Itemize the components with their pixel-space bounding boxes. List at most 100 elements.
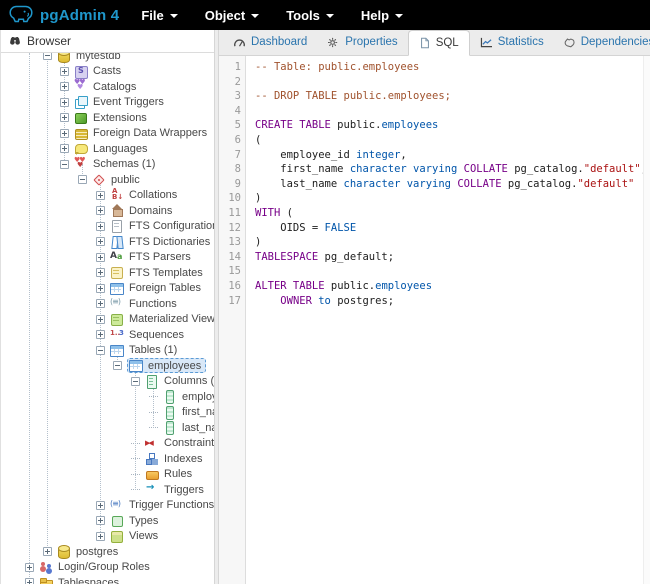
tree-item-collations[interactable]: Collations [1, 188, 214, 204]
main-panel: DashboardPropertiesSQLStatistics Dependen… [219, 30, 650, 584]
expand-plus-icon[interactable] [60, 98, 69, 107]
expand-plus-icon[interactable] [96, 330, 105, 339]
indexes-icon [145, 452, 159, 465]
tree-item-employees[interactable]: employees [1, 358, 214, 374]
sql-line-text [246, 264, 261, 279]
tab-dashboard[interactable]: Dashboard [223, 29, 317, 55]
tree-item-first-name[interactable]: first_name [1, 405, 214, 421]
tree-item-label: Materialized Views [129, 313, 214, 325]
expand-plus-icon[interactable] [96, 253, 105, 262]
properties-icon [327, 37, 340, 48]
expand-plus-icon[interactable] [96, 237, 105, 246]
tree-item-constraints[interactable]: Constraints [1, 436, 214, 452]
tree-item-foreign-tables[interactable]: Foreign Tables [1, 281, 214, 297]
chevron-down-icon [251, 14, 259, 18]
tab-dependencies[interactable]: Dependencies [554, 29, 650, 55]
menu-tools[interactable]: Tools [286, 8, 334, 23]
expand-plus-icon[interactable] [96, 191, 105, 200]
tab-statistics[interactable]: Statistics [470, 29, 554, 55]
menu-object[interactable]: Object [205, 8, 259, 23]
tree-item-domains[interactable]: Domains [1, 203, 214, 219]
tree-item-indexes[interactable]: Indexes [1, 451, 214, 467]
expand-plus-icon[interactable] [96, 206, 105, 215]
column-icon [163, 406, 177, 419]
tree-item-label: mytestdb [76, 53, 121, 62]
tree-item-label: Languages [93, 143, 147, 155]
expand-plus-icon[interactable] [96, 222, 105, 231]
tree-item-rules[interactable]: Rules [1, 467, 214, 483]
tab-sql[interactable]: SQL [408, 30, 470, 56]
tree-item-materialized-views[interactable]: Materialized Views [1, 312, 214, 328]
expand-plus-icon[interactable] [96, 268, 105, 277]
tree-item-label: last_name [182, 422, 214, 434]
tree-item-foreign-data-wrappers[interactable]: Foreign Data Wrappers [1, 126, 214, 142]
tree-item-functions[interactable]: Functions [1, 296, 214, 312]
tab-label: Dependencies [581, 36, 650, 48]
tree-item-public[interactable]: public [1, 172, 214, 188]
tree-item-fts-dictionaries[interactable]: FTS Dictionaries [1, 234, 214, 250]
code-editor[interactable]: 1-- Table: public.employees2 3-- DROP TA… [219, 56, 650, 584]
menu-help[interactable]: Help [361, 8, 403, 23]
tree-item-label: FTS Dictionaries [129, 236, 210, 248]
expand-plus-icon[interactable] [60, 113, 69, 122]
line-number: 12 [219, 221, 246, 236]
tree-item-mytestdb[interactable]: mytestdb [1, 53, 214, 64]
tab-properties[interactable]: Properties [317, 29, 407, 55]
expand-plus-icon[interactable] [96, 284, 105, 293]
tree-item-trigger-functions[interactable]: Trigger Functions [1, 498, 214, 514]
tree-item-label: Trigger Functions [129, 499, 214, 511]
expand-plus-icon[interactable] [25, 578, 34, 584]
menu-file[interactable]: File [141, 8, 177, 23]
expand-plus-icon[interactable] [96, 315, 105, 324]
tree-item-tables-1[interactable]: Tables (1) [1, 343, 214, 359]
tree-item-catalogs[interactable]: Catalogs [1, 79, 214, 95]
tree-item-last-name[interactable]: last_name [1, 420, 214, 436]
chevron-down-icon [395, 14, 403, 18]
tree-item-login-group-roles[interactable]: Login/Group Roles [1, 560, 214, 576]
expand-plus-icon[interactable] [60, 144, 69, 153]
tree-item-triggers[interactable]: Triggers [1, 482, 214, 498]
menu-bar: File Object Tools Help [141, 8, 403, 23]
expand-plus-icon[interactable] [60, 82, 69, 91]
collapse-minus-icon[interactable] [60, 160, 69, 169]
expand-plus-icon[interactable] [43, 547, 52, 556]
expand-plus-icon[interactable] [60, 129, 69, 138]
expand-plus-icon[interactable] [25, 563, 34, 572]
collapse-minus-icon[interactable] [96, 346, 105, 355]
tree-item-label: Views [129, 530, 158, 542]
expand-plus-icon[interactable] [60, 67, 69, 76]
sql-line: 6( [219, 133, 650, 148]
sql-line-text [246, 75, 261, 90]
tree-item-fts-configurations[interactable]: FTS Configurations [1, 219, 214, 235]
sql-line: 17 OWNER to postgres; [219, 294, 650, 309]
tree-item-label: Domains [129, 205, 172, 217]
expand-plus-icon[interactable] [96, 532, 105, 541]
tree-item-schemas-1[interactable]: Schemas (1) [1, 157, 214, 173]
collapse-minus-icon[interactable] [43, 53, 52, 60]
tree-item-event-triggers[interactable]: Event Triggers [1, 95, 214, 111]
sql-line-text: -- DROP TABLE public.employees; [246, 89, 451, 104]
tree-item-tablespaces[interactable]: Tablespaces [1, 575, 214, 584]
tree-item-casts[interactable]: Casts [1, 64, 214, 80]
tree-item-label: postgres [76, 546, 118, 558]
tree-item-extensions[interactable]: Extensions [1, 110, 214, 126]
tree-item-sequences[interactable]: Sequences [1, 327, 214, 343]
tree-item-types[interactable]: Types [1, 513, 214, 529]
expand-plus-icon[interactable] [96, 516, 105, 525]
tree-item-fts-templates[interactable]: FTS Templates [1, 265, 214, 281]
collapse-minus-icon[interactable] [78, 175, 87, 184]
collapse-minus-icon[interactable] [113, 361, 122, 370]
sql-line: 9 last_name character varying COLLATE pg… [219, 177, 650, 192]
tree-item-languages[interactable]: Languages [1, 141, 214, 157]
expand-plus-icon[interactable] [96, 299, 105, 308]
sql-line: 8 first_name character varying COLLATE p… [219, 162, 650, 177]
tree-item-fts-parsers[interactable]: FTS Parsers [1, 250, 214, 266]
tree-item-views[interactable]: Views [1, 529, 214, 545]
tree-item-postgres[interactable]: postgres [1, 544, 214, 560]
line-number: 3 [219, 89, 246, 104]
expand-plus-icon[interactable] [96, 501, 105, 510]
editor-scrollbar[interactable] [643, 56, 650, 584]
tree-item-columns-3[interactable]: Columns (3) [1, 374, 214, 390]
collapse-minus-icon[interactable] [131, 377, 140, 386]
tree-item-employee-id[interactable]: employee_id [1, 389, 214, 405]
